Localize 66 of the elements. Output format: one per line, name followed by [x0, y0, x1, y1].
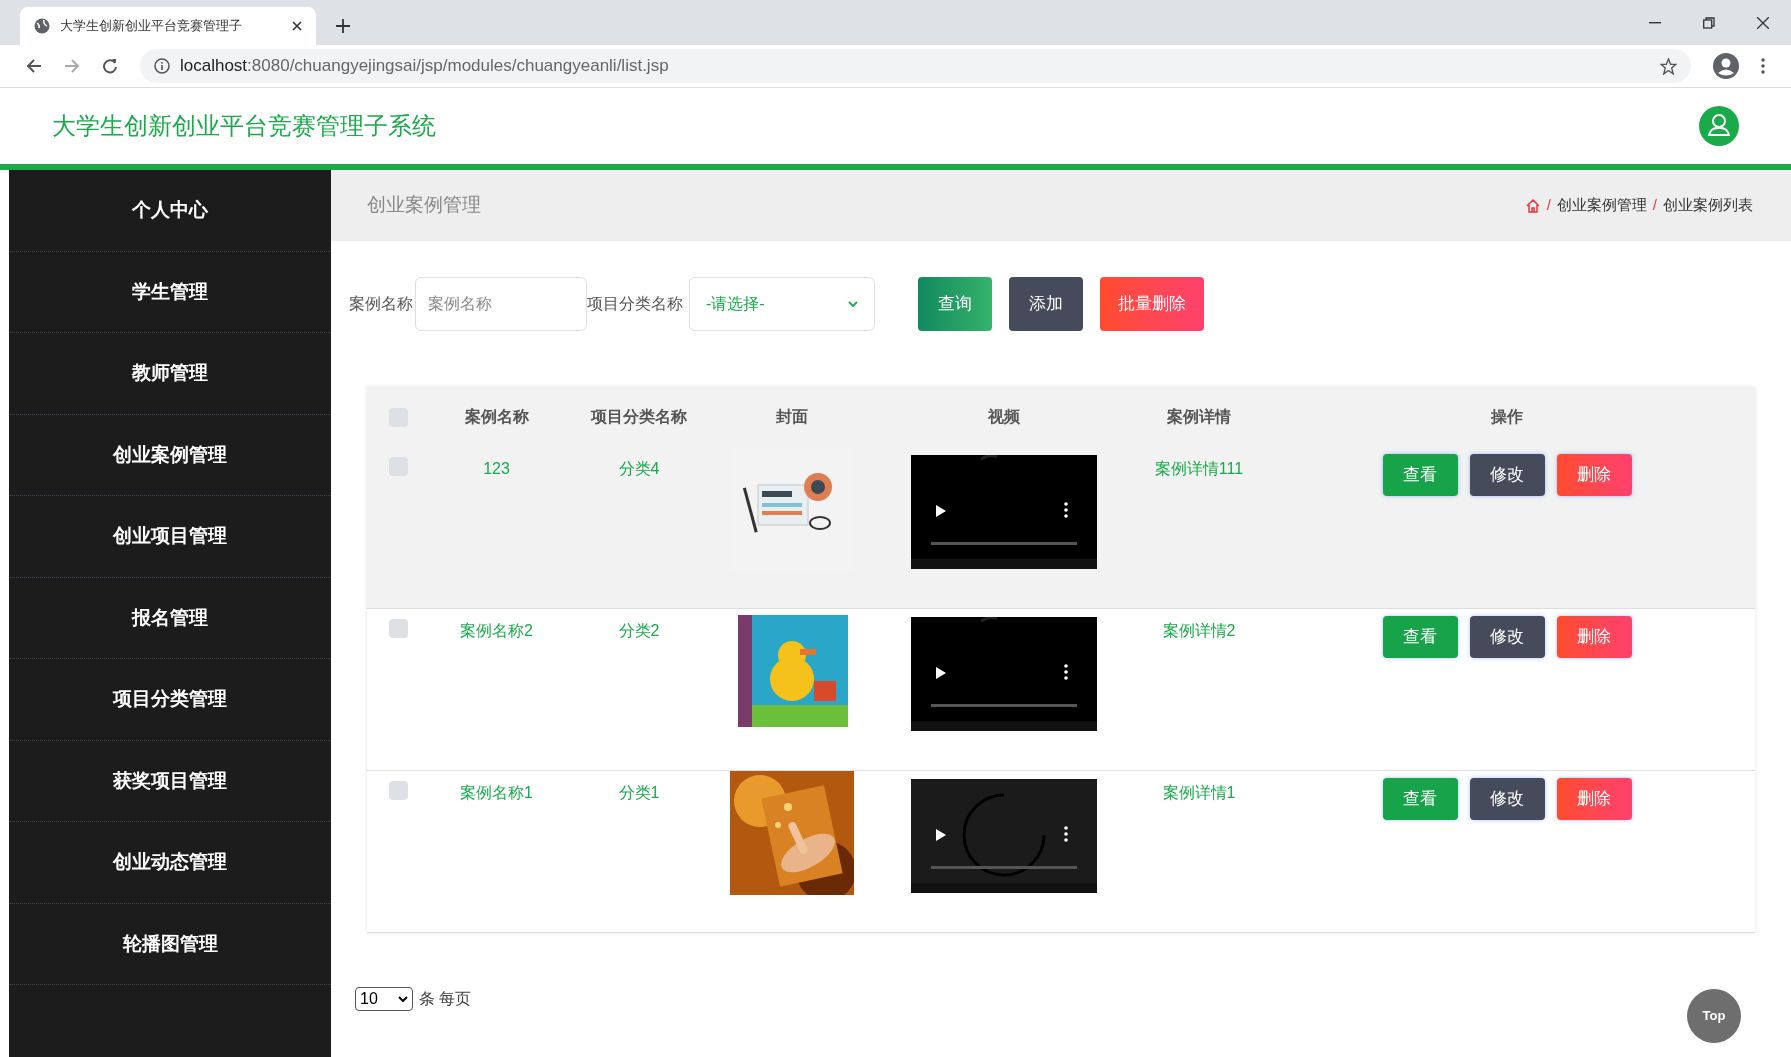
play-icon[interactable] — [936, 667, 946, 679]
more-icon[interactable] — [1064, 502, 1068, 518]
breadcrumb-link[interactable]: 创业案例列表 — [1663, 194, 1753, 217]
app-title: 大学生创新创业平台竞赛管理子系统 — [52, 111, 436, 141]
new-tab-icon[interactable] — [336, 19, 350, 33]
play-icon[interactable] — [936, 829, 946, 841]
sidebar-item[interactable]: 报名管理 — [9, 577, 331, 659]
profile-icon[interactable] — [1713, 53, 1739, 79]
user-avatar-icon[interactable] — [1699, 106, 1739, 146]
back-to-top-button[interactable]: Top — [1687, 989, 1741, 1043]
page-size-select[interactable]: 10 — [355, 987, 413, 1011]
field-label: 项目分类名称 — [587, 294, 683, 314]
chevron-icon — [848, 301, 858, 307]
column-header: 操作 — [1489, 407, 1524, 427]
breadcrumb-link[interactable]: 创业案例管理 — [1556, 194, 1647, 217]
browser-tab[interactable]: 大学生创新创业平台竞赛管理子 — [20, 7, 316, 45]
breadcrumb-separator: / — [1652, 195, 1657, 216]
table-cell: 分类2 — [618, 622, 660, 639]
edit-button[interactable]: 修改 — [1469, 454, 1545, 496]
page-title: 创业案例管理 — [367, 193, 481, 218]
column-header: 案例名称 — [463, 407, 530, 427]
field-label: 案例名称 — [349, 294, 413, 314]
edit-button[interactable]: 修改 — [1469, 616, 1545, 658]
checkbox[interactable] — [388, 619, 408, 638]
sidebar-item[interactable]: 获奖项目管理 — [9, 740, 331, 822]
sidebar-item[interactable]: 教师管理 — [9, 333, 331, 415]
reload-icon[interactable] — [102, 58, 118, 74]
table-cell: 分类4 — [618, 460, 660, 477]
column-header: 视频 — [987, 407, 1021, 427]
more-icon[interactable] — [1064, 664, 1068, 680]
minimize-icon[interactable] — [1649, 22, 1661, 24]
restore-icon[interactable] — [1703, 17, 1715, 29]
page-size-label: 条 每页 — [419, 989, 472, 1009]
breadcrumb-separator: / — [1546, 195, 1551, 216]
more-icon[interactable] — [1064, 826, 1068, 842]
checkbox[interactable] — [388, 781, 408, 800]
table-cell: 123 — [483, 460, 510, 477]
table-cell: 案例名称1 — [460, 784, 533, 801]
column-header: 案例详情 — [1166, 407, 1232, 427]
sidebar-item[interactable]: 创业动态管理 — [9, 822, 331, 904]
url-text: localhost:8080/chuangyejingsai/jsp/modules/chuangyeanli/list.jsp — [180, 55, 669, 78]
edit-button[interactable]: 修改 — [1469, 778, 1545, 820]
add-button[interactable]: 添加 — [1009, 277, 1083, 331]
menu-icon[interactable] — [1761, 58, 1765, 74]
table-cell: 案例名称2 — [460, 622, 533, 639]
sidebar-item[interactable]: 创业案例管理 — [9, 414, 331, 496]
sidebar-item[interactable]: 轮播图管理 — [9, 903, 331, 985]
text-field[interactable]: 案例名称 — [415, 277, 587, 331]
table-cell: 分类1 — [618, 784, 660, 801]
column-header: 封面 — [774, 407, 809, 427]
tab-title: 大学生创新创业平台竞赛管理子 — [60, 17, 243, 36]
column-header: 项目分类名称 — [589, 407, 688, 427]
chevron-icon — [398, 996, 408, 1002]
search-button[interactable]: 查询 — [918, 277, 992, 331]
home-icon[interactable] — [1524, 197, 1541, 214]
close-icon[interactable] — [292, 21, 302, 31]
star-icon[interactable] — [1660, 57, 1677, 75]
sidebar-item[interactable]: 创业项目管理 — [9, 496, 331, 578]
back-icon[interactable] — [26, 58, 42, 74]
close-icon[interactable] — [1757, 17, 1769, 29]
sidebar-item[interactable]: 学生管理 — [9, 251, 331, 333]
info-icon — [154, 58, 170, 74]
globe-icon — [34, 18, 50, 34]
play-icon[interactable] — [936, 505, 946, 517]
sidebar-item[interactable]: 项目分类管理 — [9, 659, 331, 741]
address-bar[interactable]: localhost:8080/chuangyejingsai/jsp/modules/chuangyeanli/list.jsp — [140, 49, 1691, 83]
